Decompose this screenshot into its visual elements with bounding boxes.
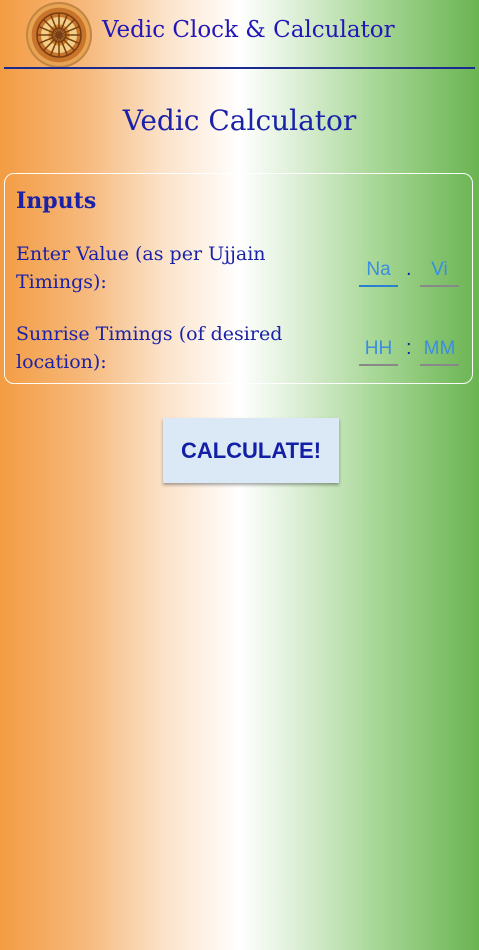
sunrise-label: Sunrise Timings (of desired location): xyxy=(16,323,283,373)
sunrise-hour-input[interactable]: HH xyxy=(359,336,398,366)
dharma-chakra-logo-icon xyxy=(26,2,92,68)
sunrise-minute-input[interactable]: MM xyxy=(420,336,459,366)
app-title: Vedic Clock & Calculator xyxy=(102,17,395,43)
inputs-card: Inputs Enter Value (as per Ujjain Timing… xyxy=(4,173,473,384)
page-title: Vedic Calculator xyxy=(122,104,357,137)
calculate-button[interactable]: CALCULATE! xyxy=(163,418,339,483)
app-bar-divider xyxy=(4,67,475,69)
nadi-input[interactable]: Na xyxy=(359,257,398,287)
value-separator: . xyxy=(406,258,412,280)
vinadi-input[interactable]: Vi xyxy=(420,257,459,287)
value-label: Enter Value (as per Ujjain Timings): xyxy=(16,243,266,293)
sunrise-separator: : xyxy=(406,337,412,359)
app-bar: Vedic Clock & Calculator xyxy=(0,0,479,70)
inputs-section-title: Inputs xyxy=(16,188,97,214)
